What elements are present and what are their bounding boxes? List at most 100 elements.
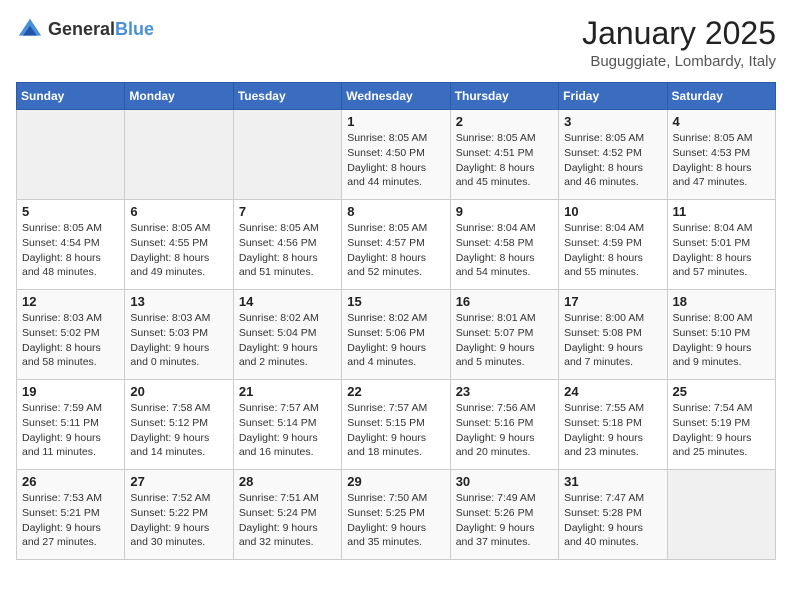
calendar-cell: 19Sunrise: 7:59 AM Sunset: 5:11 PM Dayli… [17,380,125,470]
month-title: January 2025 [582,16,776,51]
day-number: 1 [347,114,444,129]
day-info: Sunrise: 8:05 AM Sunset: 4:55 PM Dayligh… [130,221,227,280]
page-header: GeneralBlue January 2025 Buguggiate, Lom… [16,16,776,70]
calendar-cell: 7 Sunrise: 8:05 AM Sunset: 4:56 PM Daylig… [233,200,341,290]
day-info: Sunrise: 8:02 AM Sunset: 5:06 PM Dayligh… [347,311,444,370]
day-header-sunday: Sunday [17,83,125,110]
day-info: Sunrise: 8:05 AM Sunset: 4:51 PM Dayligh… [456,131,553,190]
day-header-wednesday: Wednesday [342,83,450,110]
calendar-cell: 29 Sunrise: 7:50 AM Sunset: 5:25 PM Dayli… [342,470,450,560]
day-number: 29 [347,474,444,489]
week-row-5: 26Sunrise: 7:53 AM Sunset: 5:21 PM Dayli… [17,470,776,560]
calendar-cell: 27Sunrise: 7:52 AM Sunset: 5:22 PM Dayli… [125,470,233,560]
calendar-table: SundayMondayTuesdayWednesdayThursdayFrid… [16,82,776,560]
day-info: Sunrise: 8:03 AM Sunset: 5:03 PM Dayligh… [130,311,227,370]
calendar-cell: 5Sunrise: 8:05 AM Sunset: 4:54 PM Daylig… [17,200,125,290]
day-number: 9 [456,204,553,219]
day-number: 6 [130,204,227,219]
calendar-cell: 1 Sunrise: 8:05 AM Sunset: 4:50 PM Daylig… [342,110,450,200]
calendar-cell: 30 Sunrise: 7:49 AM Sunset: 5:26 PM Dayli… [450,470,558,560]
day-number: 21 [239,384,336,399]
day-number: 13 [130,294,227,309]
day-number: 18 [673,294,770,309]
day-number: 22 [347,384,444,399]
week-row-2: 5Sunrise: 8:05 AM Sunset: 4:54 PM Daylig… [17,200,776,290]
calendar-cell: 23 Sunrise: 7:56 AM Sunset: 5:16 PM Dayli… [450,380,558,470]
day-number: 4 [673,114,770,129]
calendar-cell: 3 Sunrise: 8:05 AM Sunset: 4:52 PM Daylig… [559,110,667,200]
day-info: Sunrise: 7:47 AM Sunset: 5:28 PM Dayligh… [564,491,661,550]
calendar-cell: 18 Sunrise: 8:00 AM Sunset: 5:10 PM Dayli… [667,290,775,380]
calendar-cell: 17 Sunrise: 8:00 AM Sunset: 5:08 PM Dayli… [559,290,667,380]
calendar-cell: 24 Sunrise: 7:55 AM Sunset: 5:18 PM Dayli… [559,380,667,470]
day-info: Sunrise: 8:05 AM Sunset: 4:56 PM Dayligh… [239,221,336,280]
calendar-cell: 22 Sunrise: 7:57 AM Sunset: 5:15 PM Dayli… [342,380,450,470]
day-info: Sunrise: 7:56 AM Sunset: 5:16 PM Dayligh… [456,401,553,460]
day-number: 24 [564,384,661,399]
day-info: Sunrise: 8:04 AM Sunset: 4:58 PM Dayligh… [456,221,553,280]
day-number: 30 [456,474,553,489]
week-row-1: 1 Sunrise: 8:05 AM Sunset: 4:50 PM Daylig… [17,110,776,200]
day-number: 20 [130,384,227,399]
calendar-cell: 12Sunrise: 8:03 AM Sunset: 5:02 PM Dayli… [17,290,125,380]
day-number: 28 [239,474,336,489]
calendar-cell: 20 Sunrise: 7:58 AM Sunset: 5:12 PM Dayli… [125,380,233,470]
logo-icon [16,16,44,44]
calendar-cell [667,470,775,560]
day-info: Sunrise: 7:53 AM Sunset: 5:21 PM Dayligh… [22,491,119,550]
day-info: Sunrise: 8:04 AM Sunset: 4:59 PM Dayligh… [564,221,661,280]
day-info: Sunrise: 8:05 AM Sunset: 4:52 PM Dayligh… [564,131,661,190]
day-info: Sunrise: 8:03 AM Sunset: 5:02 PM Dayligh… [22,311,119,370]
day-info: Sunrise: 7:59 AM Sunset: 5:11 PM Dayligh… [22,401,119,460]
day-number: 31 [564,474,661,489]
day-info: Sunrise: 8:05 AM Sunset: 4:57 PM Dayligh… [347,221,444,280]
title-block: January 2025 Buguggiate, Lombardy, Italy [582,16,776,70]
day-number: 7 [239,204,336,219]
calendar-cell: 28 Sunrise: 7:51 AM Sunset: 5:24 PM Dayli… [233,470,341,560]
calendar-cell: 11Sunrise: 8:04 AM Sunset: 5:01 PM Dayli… [667,200,775,290]
day-info: Sunrise: 7:50 AM Sunset: 5:25 PM Dayligh… [347,491,444,550]
calendar-cell: 9 Sunrise: 8:04 AM Sunset: 4:58 PM Daylig… [450,200,558,290]
day-info: Sunrise: 7:51 AM Sunset: 5:24 PM Dayligh… [239,491,336,550]
day-info: Sunrise: 8:04 AM Sunset: 5:01 PM Dayligh… [673,221,770,280]
calendar-cell: 14 Sunrise: 8:02 AM Sunset: 5:04 PM Dayli… [233,290,341,380]
week-row-3: 12Sunrise: 8:03 AM Sunset: 5:02 PM Dayli… [17,290,776,380]
day-number: 3 [564,114,661,129]
day-info: Sunrise: 7:57 AM Sunset: 5:15 PM Dayligh… [347,401,444,460]
day-number: 8 [347,204,444,219]
day-number: 14 [239,294,336,309]
day-info: Sunrise: 7:57 AM Sunset: 5:14 PM Dayligh… [239,401,336,460]
calendar-cell: 15 Sunrise: 8:02 AM Sunset: 5:06 PM Dayli… [342,290,450,380]
calendar-cell: 6 Sunrise: 8:05 AM Sunset: 4:55 PM Daylig… [125,200,233,290]
location-subtitle: Buguggiate, Lombardy, Italy [582,53,776,70]
day-number: 10 [564,204,661,219]
calendar-cell: 4Sunrise: 8:05 AM Sunset: 4:53 PM Daylig… [667,110,775,200]
calendar-cell: 13 Sunrise: 8:03 AM Sunset: 5:03 PM Dayli… [125,290,233,380]
week-row-4: 19Sunrise: 7:59 AM Sunset: 5:11 PM Dayli… [17,380,776,470]
day-number: 25 [673,384,770,399]
day-number: 17 [564,294,661,309]
day-number: 15 [347,294,444,309]
calendar-cell [233,110,341,200]
calendar-cell: 26Sunrise: 7:53 AM Sunset: 5:21 PM Dayli… [17,470,125,560]
calendar-cell [17,110,125,200]
day-header-monday: Monday [125,83,233,110]
day-header-saturday: Saturday [667,83,775,110]
day-info: Sunrise: 8:05 AM Sunset: 4:54 PM Dayligh… [22,221,119,280]
calendar-cell: 21 Sunrise: 7:57 AM Sunset: 5:14 PM Dayli… [233,380,341,470]
day-number: 27 [130,474,227,489]
day-header-friday: Friday [559,83,667,110]
calendar-cell: 2Sunrise: 8:05 AM Sunset: 4:51 PM Daylig… [450,110,558,200]
day-info: Sunrise: 8:00 AM Sunset: 5:08 PM Dayligh… [564,311,661,370]
day-info: Sunrise: 8:02 AM Sunset: 5:04 PM Dayligh… [239,311,336,370]
calendar-cell: 31 Sunrise: 7:47 AM Sunset: 5:28 PM Dayli… [559,470,667,560]
day-info: Sunrise: 8:00 AM Sunset: 5:10 PM Dayligh… [673,311,770,370]
day-info: Sunrise: 7:49 AM Sunset: 5:26 PM Dayligh… [456,491,553,550]
day-number: 23 [456,384,553,399]
day-info: Sunrise: 8:05 AM Sunset: 4:50 PM Dayligh… [347,131,444,190]
calendar-cell [125,110,233,200]
day-info: Sunrise: 8:01 AM Sunset: 5:07 PM Dayligh… [456,311,553,370]
calendar-cell: 10 Sunrise: 8:04 AM Sunset: 4:59 PM Dayli… [559,200,667,290]
day-info: Sunrise: 7:55 AM Sunset: 5:18 PM Dayligh… [564,401,661,460]
day-info: Sunrise: 7:58 AM Sunset: 5:12 PM Dayligh… [130,401,227,460]
